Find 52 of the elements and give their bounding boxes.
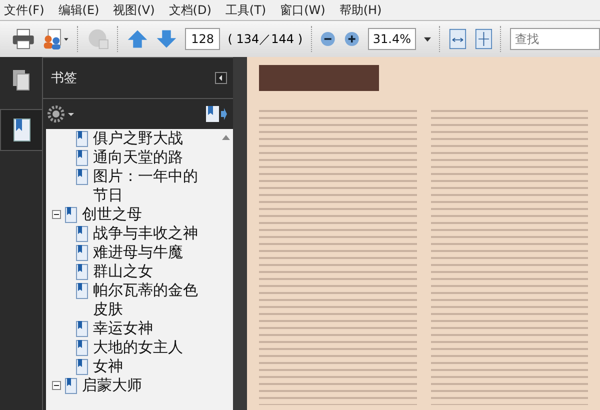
tree-toggle-icon[interactable] — [52, 210, 61, 219]
tree-toggle-icon[interactable] — [52, 381, 61, 390]
menu-item[interactable]: 窗口(W) — [280, 2, 326, 18]
bookmark-icon — [76, 150, 88, 166]
bookmark-item[interactable]: 图片：一年中的节日 — [46, 167, 219, 205]
bookmark-item[interactable]: 大地的女主人 — [46, 338, 219, 357]
bookmark-item[interactable]: 难进母与牛魔 — [46, 243, 219, 262]
bookmark-icon — [76, 226, 88, 242]
caret-icon[interactable] — [424, 36, 432, 42]
bookmark-item[interactable]: 战争与丰收之神 — [46, 224, 219, 243]
scroll-up-icon[interactable] — [222, 135, 230, 140]
menu-item[interactable]: 帮助(H) — [339, 2, 382, 18]
menu-item[interactable]: 文件(F) — [4, 2, 44, 18]
bookmark-item[interactable]: 幸运女神 — [46, 319, 219, 338]
bookmark-item[interactable]: 启蒙大师 — [46, 376, 219, 395]
bookmark-item[interactable]: 女神 — [46, 357, 219, 376]
zoom-in-icon[interactable] — [344, 30, 360, 48]
bookmark-icon — [76, 340, 88, 356]
bookmark-item[interactable]: 帕尔瓦蒂的金色皮肤 — [46, 281, 219, 319]
fit-page-icon[interactable] — [474, 27, 492, 51]
bookmark-item[interactable]: 俱户之野大战 — [46, 129, 219, 148]
bookmark-icon — [65, 378, 77, 394]
search-field[interactable]: 查找 — [510, 28, 600, 50]
menu-item[interactable]: 编辑(E) — [58, 2, 100, 18]
bookmark-item[interactable]: 创世之母 — [46, 205, 219, 224]
up-arrow-icon[interactable] — [127, 28, 148, 50]
bookmark-icon — [76, 321, 88, 337]
down-arrow-icon[interactable] — [156, 28, 178, 50]
fit-width-icon[interactable] — [449, 27, 467, 51]
menu-item[interactable]: 视图(V) — [113, 2, 155, 18]
zoom-out-icon[interactable] — [320, 30, 336, 48]
printer-icon[interactable] — [12, 27, 35, 51]
pages-icon[interactable] — [12, 69, 30, 91]
page-count: ( 134／144 ) — [228, 30, 303, 48]
bookmark-page-icon[interactable] — [12, 118, 32, 142]
bookmark-icon — [76, 359, 88, 375]
bookmark-icon — [76, 283, 88, 299]
menu-item[interactable]: 文档(D) — [168, 2, 212, 18]
bookmark-icon — [76, 169, 88, 185]
bookmark-item[interactable]: 通向天堂的路 — [46, 148, 219, 167]
menu-item[interactable]: 工具(T) — [225, 2, 266, 18]
bookmark-icon — [76, 264, 88, 280]
bookmark-item[interactable]: 群山之女 — [46, 262, 219, 281]
page-number-field[interactable]: 128 — [185, 28, 220, 50]
bookmark-icon — [65, 207, 77, 223]
panel-title: 书签 — [51, 70, 77, 87]
people-document-icon[interactable] — [42, 27, 69, 51]
collapse-panel-icon[interactable] — [215, 72, 227, 84]
zoom-field[interactable]: 31.4% — [368, 28, 416, 50]
bookmark-icon — [76, 245, 88, 261]
bookmark-arrow-icon[interactable] — [205, 105, 227, 123]
gear-icon[interactable] — [47, 105, 75, 123]
